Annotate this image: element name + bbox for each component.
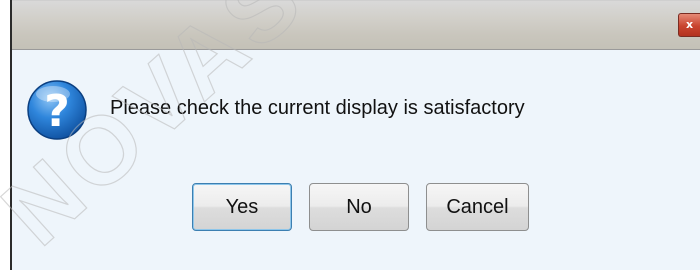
dialog-body: ? Please check the current display is sa… — [12, 50, 700, 270]
no-button[interactable]: No — [309, 183, 409, 231]
close-icon: x — [685, 18, 694, 31]
dialog-titlebar[interactable]: x — [12, 0, 700, 50]
close-button[interactable]: x — [678, 13, 700, 37]
svg-text:?: ? — [44, 86, 70, 137]
cancel-button[interactable]: Cancel — [426, 183, 529, 231]
screen: x ? Please check the current display is … — [0, 0, 700, 270]
confirm-dialog: x ? Please check the current display is … — [10, 0, 700, 270]
yes-button[interactable]: Yes — [192, 183, 292, 231]
dialog-message: Please check the current display is sati… — [110, 97, 525, 119]
question-icon: ? — [27, 80, 87, 140]
